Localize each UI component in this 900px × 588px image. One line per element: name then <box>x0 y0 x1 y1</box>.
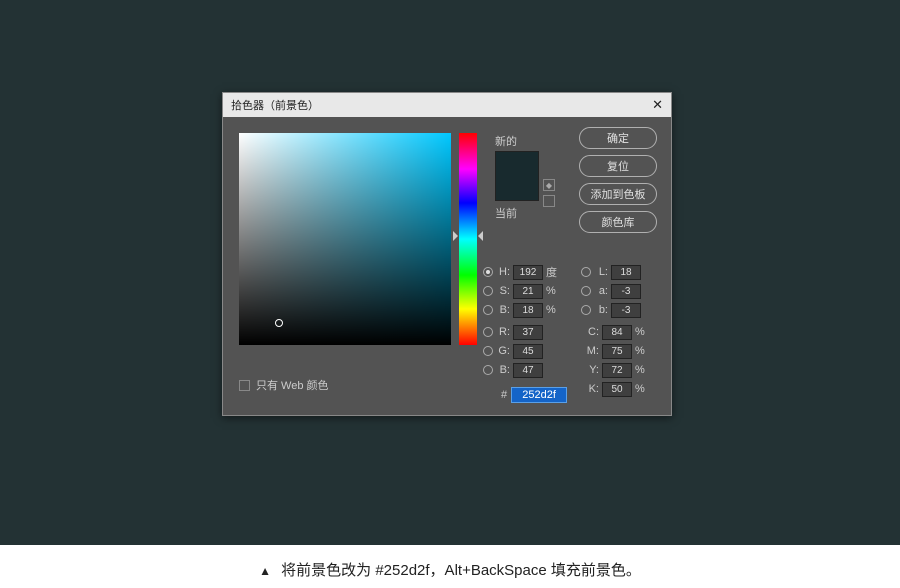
dialog-buttons: 确定 复位 添加到色板 颜色库 <box>579 127 657 233</box>
titlebar: 拾色器（前景色） ✕ <box>223 93 671 117</box>
color-values-grid: H: 度 L: S: % a: <box>483 263 657 399</box>
label-l: L: <box>594 266 608 278</box>
field-black-gradient <box>239 133 451 345</box>
input-s[interactable] <box>513 284 543 299</box>
dialog-body: 新的 当前 ◆ 确定 复位 添加到色板 颜色库 H: 度 <box>223 117 671 415</box>
color-picker-dialog: 拾色器（前景色） ✕ 新的 当前 ◆ 确定 复位 <box>222 92 672 416</box>
radio-r[interactable] <box>483 327 493 337</box>
hue-marker-left-icon <box>453 231 458 241</box>
input-g[interactable] <box>513 344 543 359</box>
unit-c: % <box>635 326 649 338</box>
label-h: H: <box>496 266 510 278</box>
unit-k: % <box>635 383 649 395</box>
label-c: C: <box>581 326 599 338</box>
web-only-label: 只有 Web 颜色 <box>256 377 329 393</box>
hex-row: # <box>501 387 567 403</box>
input-b-rgb[interactable] <box>513 363 543 378</box>
unit-m: % <box>635 345 649 357</box>
radio-a[interactable] <box>581 286 591 296</box>
label-k: K: <box>581 383 599 395</box>
input-a[interactable] <box>611 284 641 299</box>
label-g: G: <box>496 345 510 357</box>
radio-b-rgb[interactable] <box>483 365 493 375</box>
radio-b-hsb[interactable] <box>483 305 493 315</box>
label-r: R: <box>496 326 510 338</box>
input-r[interactable] <box>513 325 543 340</box>
new-color-swatch[interactable] <box>496 152 538 176</box>
input-m[interactable] <box>602 344 632 359</box>
label-y: Y: <box>581 364 599 376</box>
hue-marker-right-icon <box>478 231 483 241</box>
radio-l[interactable] <box>581 267 591 277</box>
radio-b-lab[interactable] <box>581 305 591 315</box>
websafe-warning-icon[interactable] <box>543 195 555 207</box>
web-only-option: 只有 Web 颜色 <box>239 377 329 393</box>
add-to-swatches-button[interactable]: 添加到色板 <box>579 183 657 205</box>
input-b-lab[interactable] <box>611 303 641 318</box>
input-l[interactable] <box>611 265 641 280</box>
gamut-warning-icon[interactable]: ◆ <box>543 179 555 191</box>
label-b-lab: b: <box>594 304 608 316</box>
hex-prefix: # <box>501 389 507 401</box>
input-c[interactable] <box>602 325 632 340</box>
triangle-icon: ▲ <box>259 564 271 578</box>
label-a: a: <box>594 285 608 297</box>
color-library-button[interactable]: 颜色库 <box>579 211 657 233</box>
radio-h[interactable] <box>483 267 493 277</box>
caption: ▲ 将前景色改为 #252d2f，Alt+BackSpace 填充前景色。 <box>0 559 900 580</box>
dialog-title: 拾色器（前景色） <box>231 97 319 113</box>
hex-input[interactable] <box>511 387 567 403</box>
web-only-checkbox[interactable] <box>239 380 250 391</box>
unit-y: % <box>635 364 649 376</box>
close-icon[interactable]: ✕ <box>652 97 663 113</box>
unit-s: % <box>546 285 560 297</box>
input-k[interactable] <box>602 382 632 397</box>
color-swatch <box>495 151 539 201</box>
caption-text: 将前景色改为 #252d2f，Alt+BackSpace 填充前景色。 <box>281 562 641 579</box>
unit-b-hsb: % <box>546 304 560 316</box>
ok-button[interactable]: 确定 <box>579 127 657 149</box>
input-y[interactable] <box>602 363 632 378</box>
color-swatch-area: 新的 当前 <box>495 133 539 221</box>
current-color-swatch[interactable] <box>496 176 538 200</box>
warning-icons: ◆ <box>543 179 555 207</box>
hue-slider[interactable] <box>459 133 477 345</box>
reset-button[interactable]: 复位 <box>579 155 657 177</box>
field-cursor-icon <box>275 319 283 327</box>
label-s: S: <box>496 285 510 297</box>
input-h[interactable] <box>513 265 543 280</box>
radio-g[interactable] <box>483 346 493 356</box>
radio-s[interactable] <box>483 286 493 296</box>
label-b-rgb: B: <box>496 364 510 376</box>
saturation-brightness-field[interactable] <box>239 133 451 345</box>
label-m: M: <box>581 345 599 357</box>
label-b-hsb: B: <box>496 304 510 316</box>
new-color-label: 新的 <box>495 133 539 149</box>
current-color-label: 当前 <box>495 205 539 221</box>
unit-h: 度 <box>546 264 560 280</box>
input-b-hsb[interactable] <box>513 303 543 318</box>
